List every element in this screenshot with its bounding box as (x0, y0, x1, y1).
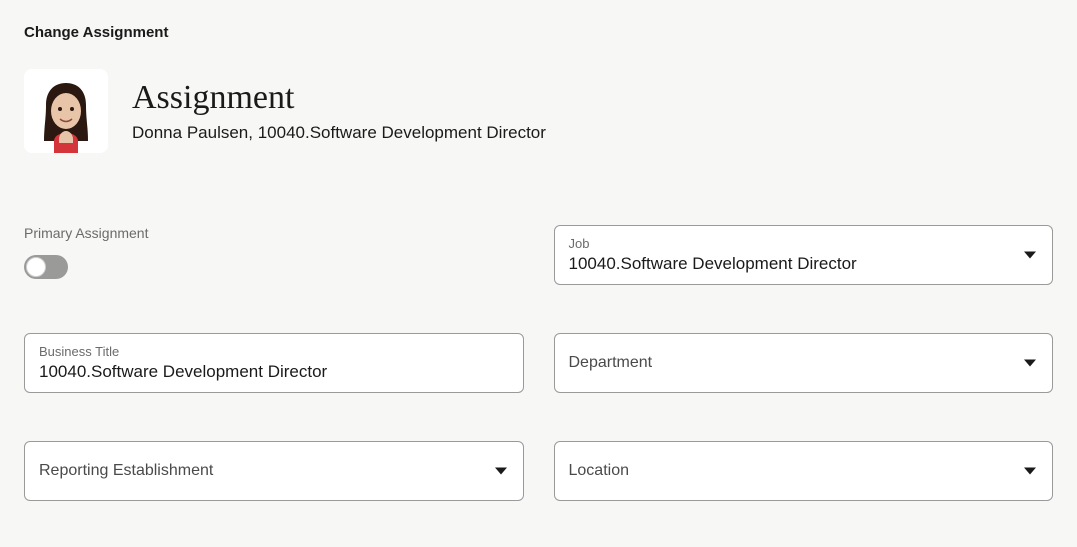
department-select[interactable]: Department (554, 333, 1054, 393)
job-label: Job (569, 236, 1009, 252)
avatar (24, 69, 108, 153)
location-label: Location (569, 462, 1009, 480)
page-title: Assignment (132, 79, 546, 117)
page-subtitle: Donna Paulsen, 10040.Software Developmen… (132, 123, 546, 143)
header-text: Assignment Donna Paulsen, 10040.Software… (132, 79, 546, 143)
business-title-label: Business Title (39, 344, 479, 360)
location-select[interactable]: Location (554, 441, 1054, 501)
chevron-down-icon (495, 468, 507, 475)
job-select[interactable]: Job 10040.Software Development Director (554, 225, 1054, 285)
chevron-down-icon (1024, 360, 1036, 367)
business-title-value: 10040.Software Development Director (39, 362, 479, 382)
breadcrumb: Change Assignment (24, 24, 1053, 41)
primary-assignment-toggle[interactable] (24, 255, 68, 279)
chevron-down-icon (1024, 252, 1036, 259)
job-value: 10040.Software Development Director (569, 254, 1009, 274)
primary-assignment-label: Primary Assignment (24, 225, 524, 241)
chevron-down-icon (1024, 468, 1036, 475)
page-header: Assignment Donna Paulsen, 10040.Software… (24, 69, 1053, 153)
reporting-establishment-select[interactable]: Reporting Establishment (24, 441, 524, 501)
reporting-establishment-label: Reporting Establishment (39, 462, 479, 480)
form-grid: Primary Assignment Job 10040.Software De… (24, 225, 1053, 501)
toggle-knob (26, 257, 46, 277)
business-title-input[interactable]: Business Title 10040.Software Developmen… (24, 333, 524, 393)
primary-assignment-field: Primary Assignment (24, 225, 524, 279)
department-label: Department (569, 354, 1009, 372)
